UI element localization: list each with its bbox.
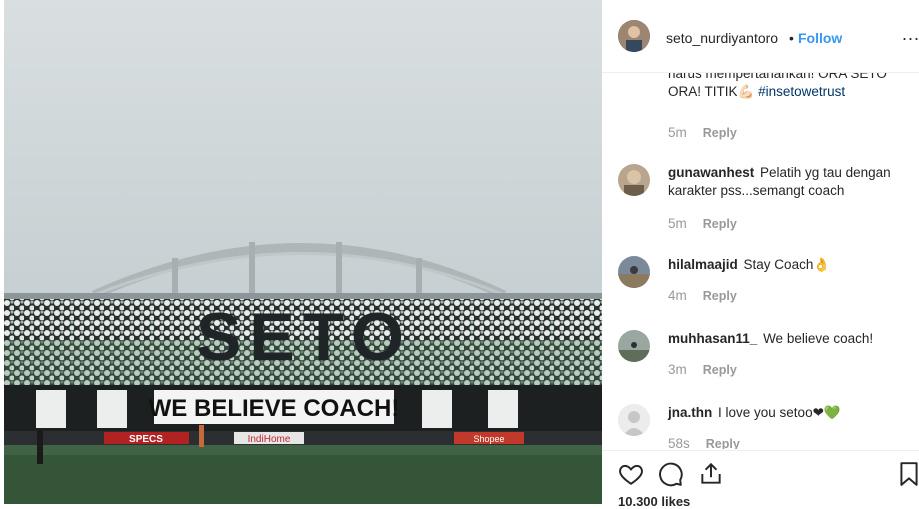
author-username[interactable]: seto_nurdiyantoro xyxy=(666,30,778,46)
header-separator: • xyxy=(789,30,794,46)
likes-count[interactable]: 10.300 likes xyxy=(618,494,690,509)
comment-text: harus mempertahankan! ORA SETO ORA! TITI… xyxy=(668,73,904,101)
comment-meta: 3m Reply xyxy=(668,362,737,377)
comment-time: 58s xyxy=(668,436,690,449)
stadium-photo: SETO WE BELIEVE COACH! SPECS IndiHome Sh… xyxy=(4,0,602,504)
comment-username[interactable]: muhhasan11_ xyxy=(668,331,757,346)
comment-time: 4m xyxy=(668,288,687,303)
comment-text: jna.thn I love you setoo❤💚 xyxy=(668,404,904,422)
comment-body: I love you setoo❤💚 xyxy=(718,405,841,420)
share-icon[interactable] xyxy=(698,461,724,492)
comment-meta: 5m Reply xyxy=(668,216,737,231)
commenter-avatar[interactable] xyxy=(618,256,650,288)
heart-icon[interactable] xyxy=(618,461,644,492)
flexed-arm-emoji: 💪🏻 xyxy=(737,84,755,99)
reply-button[interactable]: Reply xyxy=(703,363,737,377)
comment-text: hilalmaajid Stay Coach👌 xyxy=(668,256,904,274)
comment-text: muhhasan11_ We believe coach! xyxy=(668,330,904,348)
comments-list[interactable]: harus mempertahankan! ORA SETO ORA! TITI… xyxy=(602,73,919,449)
comment-meta: 4m Reply xyxy=(668,288,737,303)
comment-time: 5m xyxy=(668,125,687,140)
commenter-avatar[interactable] xyxy=(618,330,650,362)
comment-username[interactable]: jna.thn xyxy=(668,405,712,420)
ad-board-indihome: IndiHome xyxy=(248,434,291,445)
comment-icon[interactable] xyxy=(658,461,684,492)
comment-text: gunawanhest Pelatih yg tau dengan karakt… xyxy=(668,164,904,200)
ad-board-specs: SPECS xyxy=(129,434,163,445)
comment-time: 3m xyxy=(668,362,687,377)
choreo-text: SETO xyxy=(196,299,412,375)
reply-button[interactable]: Reply xyxy=(703,126,737,140)
comment-time: 5m xyxy=(668,216,687,231)
more-options-icon[interactable]: ... xyxy=(902,24,919,45)
commenter-avatar[interactable] xyxy=(618,404,650,436)
commenter-avatar[interactable] xyxy=(618,164,650,196)
reply-button[interactable]: Reply xyxy=(706,437,740,449)
comment-username[interactable]: hilalmaajid xyxy=(668,257,738,272)
reply-button[interactable]: Reply xyxy=(703,217,737,231)
banner-text: WE BELIEVE COACH! xyxy=(149,395,400,422)
comment-body: Stay Coach👌 xyxy=(743,257,831,272)
comment-meta: 58s Reply xyxy=(668,436,740,449)
comment-username[interactable]: gunawanhest xyxy=(668,165,754,180)
hashtag-link[interactable]: #insetowetrust xyxy=(758,84,845,99)
author-avatar[interactable] xyxy=(618,20,650,52)
reply-button[interactable]: Reply xyxy=(703,289,737,303)
post-header: seto_nurdiyantoro • Follow ... xyxy=(602,0,919,73)
comment-body: We believe coach! xyxy=(763,331,874,346)
bookmark-icon[interactable] xyxy=(898,461,919,492)
ad-board-shopee: Shopee xyxy=(473,434,504,444)
post-side-panel: seto_nurdiyantoro • Follow ... harus mem… xyxy=(602,0,919,509)
comment-meta: 5m Reply xyxy=(668,125,737,140)
follow-button[interactable]: Follow xyxy=(798,30,842,46)
post-photo[interactable]: SETO WE BELIEVE COACH! SPECS IndiHome Sh… xyxy=(4,0,602,504)
